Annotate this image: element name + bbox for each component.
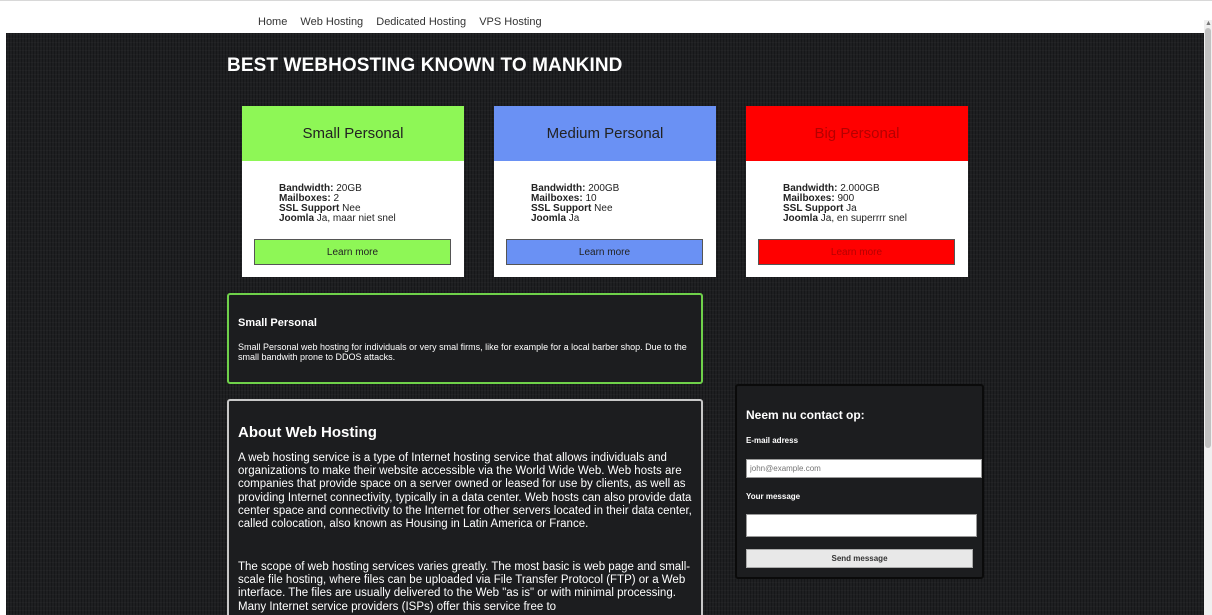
message-field[interactable] xyxy=(746,514,977,537)
vertical-scrollbar[interactable]: ▲ xyxy=(1204,20,1212,615)
plan-specs: Bandwidth: 2.000GB Mailboxes: 900 SSL Su… xyxy=(783,184,907,224)
spec-value-joomla: Ja, maar niet snel xyxy=(316,213,396,224)
spec-label: Joomla xyxy=(279,213,315,224)
plan-detail-title: Small Personal xyxy=(238,317,317,329)
nav-dedicated-hosting-link[interactable]: Dedicated Hosting xyxy=(376,16,466,28)
plan-specs: Bandwidth: 200GB Mailboxes: 10 SSL Suppo… xyxy=(531,184,619,224)
main-nav: Home Web Hosting Dedicated Hosting VPS H… xyxy=(258,16,552,28)
learn-more-button[interactable]: Learn more xyxy=(254,239,451,265)
scroll-up-arrow-icon[interactable]: ▲ xyxy=(1205,20,1212,27)
plan-detail-panel: Small Personal Small Personal web hostin… xyxy=(227,293,703,384)
plan-card-header: Medium Personal xyxy=(494,106,716,161)
email-field[interactable] xyxy=(746,459,982,478)
about-title: About Web Hosting xyxy=(238,424,377,441)
message-label: Your message xyxy=(746,492,801,501)
nav-home-link[interactable]: Home xyxy=(258,16,287,28)
send-message-button[interactable]: Send message xyxy=(746,549,973,568)
plan-card-big-personal: Big Personal Bandwidth: 2.000GB Mailboxe… xyxy=(746,106,968,277)
spec-label: Joomla xyxy=(531,213,567,224)
contact-form: Neem nu contact op: E-mail adress Your m… xyxy=(735,384,984,579)
learn-more-button[interactable]: Learn more xyxy=(758,239,955,265)
nav-web-hosting-link[interactable]: Web Hosting xyxy=(300,16,363,28)
plan-card-small-personal: Small Personal Bandwidth: 20GB Mailboxes… xyxy=(242,106,464,277)
plan-card-header: Small Personal xyxy=(242,106,464,161)
about-paragraph: A web hosting service is a type of Inter… xyxy=(238,452,692,531)
spec-value-joomla: Ja xyxy=(568,213,580,224)
spec-label: Joomla xyxy=(783,213,819,224)
learn-more-button[interactable]: Learn more xyxy=(506,239,703,265)
top-navigation-bar: Home Web Hosting Dedicated Hosting VPS H… xyxy=(0,0,1212,33)
plan-card-medium-personal: Medium Personal Bandwidth: 200GB Mailbox… xyxy=(494,106,716,277)
nav-vps-hosting-link[interactable]: VPS Hosting xyxy=(479,16,541,28)
about-paragraph: The scope of web hosting services varies… xyxy=(238,561,691,613)
page-title: BEST WEBHOSTING KNOWN TO MANKIND xyxy=(227,55,623,76)
plan-specs: Bandwidth: 20GB Mailboxes: 2 SSL Support… xyxy=(279,184,396,224)
contact-title: Neem nu contact op: xyxy=(746,408,865,422)
scrollbar-thumb[interactable] xyxy=(1205,28,1211,448)
spec-value-ssl: Nee xyxy=(594,203,613,214)
about-panel: About Web Hosting A web hosting service … xyxy=(227,399,703,615)
plan-detail-text: Small Personal web hosting for individua… xyxy=(238,342,687,362)
email-label: E-mail adress xyxy=(746,436,799,445)
spec-value-joomla: Ja, en superrrr snel xyxy=(820,213,907,224)
spec-value-bandwidth: 20GB xyxy=(336,183,362,194)
plan-card-header: Big Personal xyxy=(746,106,968,161)
